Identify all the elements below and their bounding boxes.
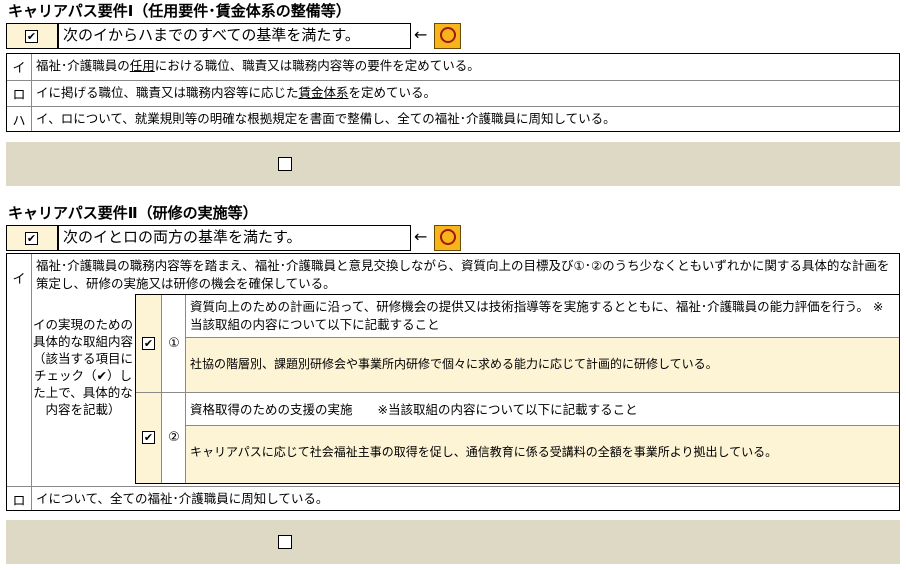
underlined-term: 任用 <box>129 58 155 73</box>
section1-row-ro-text: イに掲げる職位、職責又は職務内容等に応じた賃金体系を定めている。 <box>36 84 436 102</box>
item1-detail: 社協の階層別、課題別研修会や事業所内研修で個々に求める能力に応じて計画的に研修し… <box>190 357 718 371</box>
circle-mark-icon <box>439 229 456 245</box>
section1-statement: 次のイからハまでのすべての基準を満たす。 <box>58 23 411 49</box>
item1-number: ① <box>168 336 180 351</box>
section2-row-i-text: 福祉･介護職員の職務内容等を踏まえ、福祉･介護職員と意見交換しながら、資質向上の… <box>36 258 890 291</box>
item2-detail: キャリアパスに応じて社会福祉主事の取得を促し、通信教育に係る受講料の全額を事業所… <box>190 445 778 459</box>
section2-side-label: イの実現のための具体的な取組内容（該当する項目にチェック（✔）した上で、具体的な… <box>33 317 134 417</box>
text: イに掲げる職位、職責又は職務内容等に応じた <box>36 85 299 100</box>
underlined-term: 賃金体系 <box>298 85 349 100</box>
divider <box>31 54 32 131</box>
circle-mark-icon <box>439 27 456 43</box>
item2-check-cell[interactable]: ✔ <box>136 393 162 483</box>
section2-row-ro-letter: ロ <box>12 494 26 509</box>
section2-title: キャリアパス要件Ⅱ（研修の実施等） <box>8 204 258 222</box>
item1-num-cell: ① <box>162 295 186 392</box>
section1-arrow-icon: ← <box>414 25 428 44</box>
item1-detail-cell[interactable]: 社協の階層別、課題別研修会や事業所内研修で個々に求める能力に応じて計画的に研修し… <box>186 337 899 392</box>
section2-band <box>6 520 900 564</box>
section1-row-ha-text: イ、ロについて、就業規則等の明確な根拠規定を書面で整備し、全ての福祉･介護職員に… <box>36 111 616 126</box>
text: 福祉･介護職員の <box>36 58 130 73</box>
divider <box>31 254 32 510</box>
item2-checkbox[interactable]: ✔ <box>142 431 155 444</box>
item2-num-cell: ② <box>162 393 186 483</box>
item1-checkbox[interactable]: ✔ <box>142 337 155 350</box>
item1-check-cell[interactable]: ✔ <box>136 295 162 392</box>
section1-row-ro-letter: ロ <box>12 88 26 103</box>
section1-empty-checkbox[interactable] <box>278 157 292 171</box>
section2-items-block: ✔ ① 資質向上のための計画に沿って、研修機会の提供又は技術指導等を実施するとと… <box>135 294 900 484</box>
text: における職位、職責又は職務内容等の要件を定めている。 <box>154 58 480 73</box>
section2-criteria-table: イ 福祉･介護職員の職務内容等を踏まえ、福祉･介護職員と意見交換しながら、資質向… <box>6 253 900 511</box>
section2-checkbox-cell[interactable]: ✔ <box>6 225 58 251</box>
divider <box>7 106 899 107</box>
section1-result-cell <box>434 23 461 49</box>
divider <box>7 80 899 81</box>
section1-title: キャリアパス要件Ⅰ（任用要件･賃金体系の整備等） <box>8 2 351 20</box>
section1-criteria-table: イ 福祉･介護職員の任用における職位、職責又は職務内容等の要件を定めている。 ロ… <box>6 53 900 132</box>
section2-empty-checkbox[interactable] <box>278 535 292 549</box>
section2-statement: 次のイとロの両方の基準を満たす。 <box>58 225 411 251</box>
text: を定めている。 <box>348 85 437 100</box>
section2-arrow-icon: ← <box>414 227 428 246</box>
section2-result-cell <box>434 225 461 251</box>
item2-heading: 資格取得のための支援の実施 ※当該取組の内容について以下に記載すること <box>190 402 638 417</box>
section1-checkbox[interactable]: ✔ <box>25 30 38 43</box>
divider <box>7 486 899 487</box>
section1-row-ha-letter: ハ <box>12 114 26 129</box>
item2-number: ② <box>168 430 180 445</box>
section2-checkbox[interactable]: ✔ <box>25 232 38 245</box>
section2-row-ro-text: イについて、全ての福祉･介護職員に周知している。 <box>36 491 329 506</box>
item2-detail-cell[interactable]: キャリアパスに応じて社会福祉主事の取得を促し、通信教育に係る受講料の全額を事業所… <box>186 425 899 483</box>
section1-band <box>6 142 900 186</box>
section1-row-i-text: 福祉･介護職員の任用における職位、職責又は職務内容等の要件を定めている。 <box>36 57 480 75</box>
section1-row-i-letter: イ <box>12 61 26 76</box>
section1-checkbox-cell[interactable]: ✔ <box>6 23 58 49</box>
item1-heading: 資質向上のための計画に沿って、研修機会の提供又は技術指導等を実施するとともに、福… <box>190 299 884 332</box>
section2-row-i-letter: イ <box>12 272 26 287</box>
divider <box>136 392 899 393</box>
